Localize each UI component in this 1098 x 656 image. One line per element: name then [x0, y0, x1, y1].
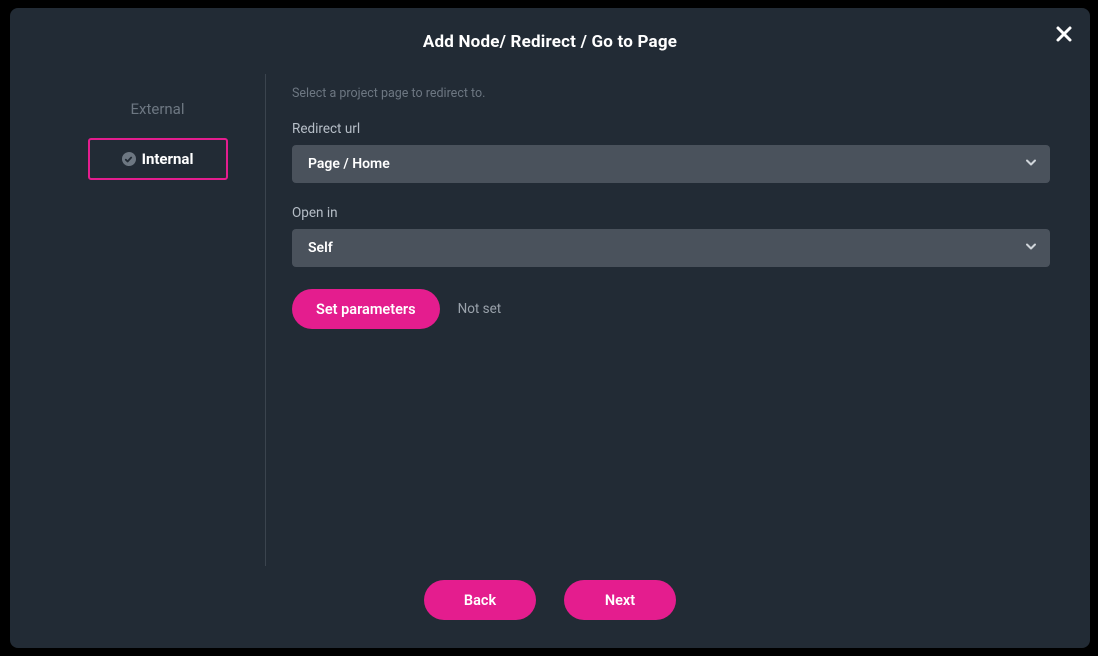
chevron-down-icon — [1024, 239, 1038, 257]
sidebar-item-internal[interactable]: Internal — [88, 138, 228, 180]
chevron-down-icon — [1024, 155, 1038, 173]
modal-body: External Internal Select a project page … — [10, 62, 1090, 562]
close-icon[interactable] — [1050, 20, 1078, 48]
sidebar-item-label: Internal — [142, 150, 194, 168]
next-button[interactable]: Next — [564, 580, 676, 620]
sidebar-item-external[interactable]: External — [88, 88, 228, 130]
redirect-url-select[interactable]: Page / Home — [292, 145, 1050, 183]
field-label: Open in — [292, 205, 1050, 221]
form-hint: Select a project page to redirect to. — [292, 86, 1050, 101]
field-label: Redirect url — [292, 121, 1050, 137]
modal-title: Add Node/ Redirect / Go to Page — [10, 8, 1090, 62]
back-button[interactable]: Back — [424, 580, 536, 620]
set-parameters-button[interactable]: Set parameters — [292, 289, 440, 329]
open-in-field: Open in Self — [292, 205, 1050, 267]
select-value: Page / Home — [308, 156, 390, 172]
sidebar-item-label: External — [130, 100, 184, 118]
redirect-url-field: Redirect url Page / Home — [292, 121, 1050, 183]
modal-footer: Back Next — [10, 562, 1090, 648]
parameters-status: Not set — [458, 301, 502, 317]
select-value: Self — [308, 240, 333, 256]
parameters-row: Set parameters Not set — [292, 289, 1050, 329]
open-in-select[interactable]: Self — [292, 229, 1050, 267]
form-main: Select a project page to redirect to. Re… — [266, 74, 1050, 562]
modal-dialog: Add Node/ Redirect / Go to Page External… — [10, 8, 1090, 648]
sidebar: External Internal — [50, 74, 266, 566]
check-circle-icon — [122, 152, 136, 166]
